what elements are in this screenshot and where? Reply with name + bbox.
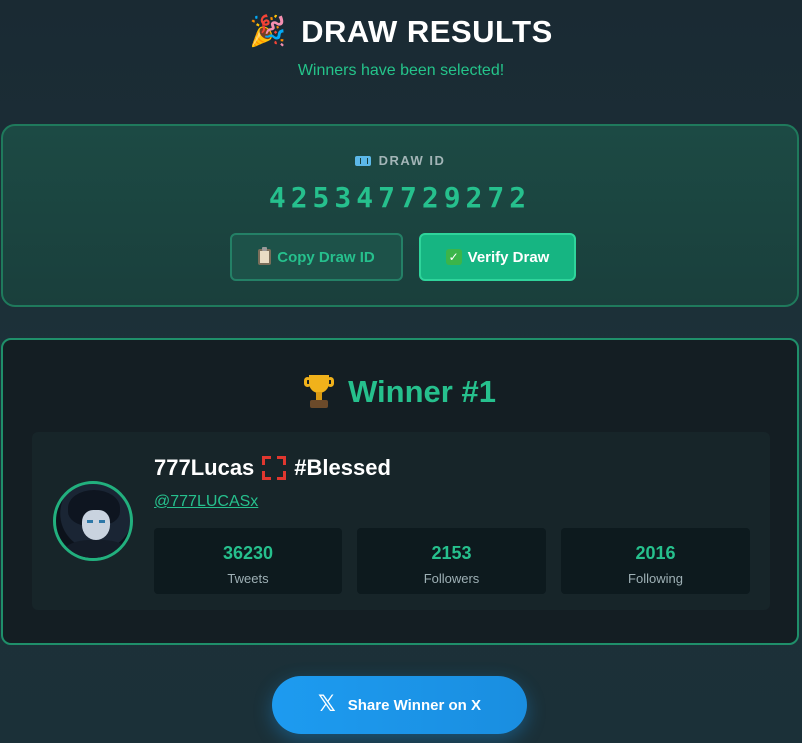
copy-draw-id-button[interactable]: Copy Draw ID [230,233,403,281]
draw-id-label: DRAW ID [354,153,446,168]
draw-id-label-text: DRAW ID [378,153,446,168]
copy-draw-id-label: Copy Draw ID [277,248,375,266]
clipboard-icon [258,247,272,265]
winner-display-name: 777Lucas #Blessed [154,455,391,481]
winner-card: Winner #1 777Lucas #Blessed @777LUCASx 3… [1,338,799,645]
winner-name-suffix: #Blessed [294,455,391,480]
stat-following: 2016 Following [561,528,750,594]
stat-followers: 2153 Followers [357,528,546,594]
winner-title: Winner #1 [3,374,797,410]
page-title-text: DRAW RESULTS [301,14,553,49]
x-logo-icon: 𝕏 [318,692,336,717]
verify-draw-button[interactable]: ✓ Verify Draw [419,233,576,281]
page-title: 🎉 DRAW RESULTS [249,14,553,50]
winner-name-text: 777Lucas [154,455,255,480]
ticket-icon [354,155,371,166]
stat-tweets-label: Tweets [227,571,269,586]
winner-handle-link[interactable]: @777LUCASx [154,493,258,511]
share-winner-label: Share Winner on X [347,696,481,714]
winner-title-text: Winner #1 [348,374,496,409]
party-popper-icon: 🎉 [249,15,288,48]
stat-following-label: Following [628,571,683,586]
check-icon: ✓ [445,249,462,265]
stat-tweets: 36230 Tweets [154,528,342,594]
draw-id-card: DRAW ID 425347729272 Copy Draw ID ✓ Veri… [1,124,799,307]
page-subtitle: Winners have been selected! [297,62,505,79]
draw-id-value: 425347729272 [268,180,532,214]
stat-followers-value: 2153 [431,543,472,563]
trophy-icon [304,375,335,409]
winner-profile: 777Lucas #Blessed @777LUCASx 36230 Tweet… [32,432,770,610]
stat-following-value: 2016 [635,543,676,563]
results-header: 🎉 DRAW RESULTS Winners have been selecte… [0,14,802,80]
draw-actions: Copy Draw ID ✓ Verify Draw [3,233,797,281]
winner-stats: 36230 Tweets 2153 Followers 2016 Followi… [154,528,750,594]
stat-followers-label: Followers [423,571,480,586]
anger-symbol-icon [262,456,287,480]
verify-draw-label: Verify Draw [467,248,550,266]
stat-tweets-value: 36230 [222,543,274,563]
share-winner-button[interactable]: 𝕏 Share Winner on X [272,676,527,734]
avatar[interactable] [53,481,133,561]
